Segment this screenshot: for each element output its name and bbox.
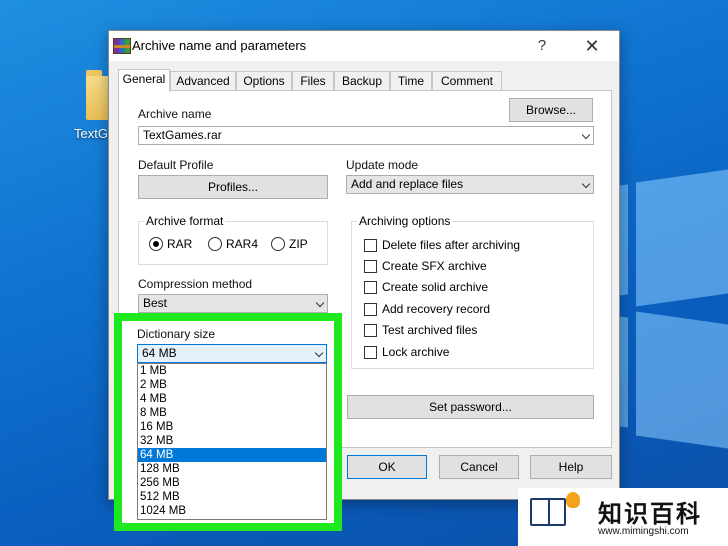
archiving-options-group: Archiving options Delete files after arc… <box>351 214 594 369</box>
dialog-title: Archive name and parameters <box>132 38 307 53</box>
tab-time[interactable]: Time <box>390 71 432 91</box>
dictionary-option[interactable]: 2 MB <box>138 378 326 392</box>
dictionary-size-dropdown-list: 1 MB 2 MB 4 MB 8 MB 16 MB 32 MB 64 MB 128 MB 256… <box>137 363 327 520</box>
dictionary-option[interactable]: 512 MB <box>138 490 326 504</box>
dictionary-option[interactable]: 1 MB <box>138 364 326 378</box>
chevron-down-icon <box>314 348 324 358</box>
compression-method-select[interactable]: Best <box>138 294 328 313</box>
set-password-button[interactable]: Set password... <box>347 395 594 419</box>
tab-general[interactable]: General <box>118 69 170 92</box>
radio-dot <box>149 237 163 251</box>
dictionary-option[interactable]: 128 MB <box>138 462 326 476</box>
cancel-button[interactable]: Cancel <box>439 455 519 479</box>
dictionary-option[interactable]: 4 MB <box>138 392 326 406</box>
close-icon[interactable]: ✕ <box>577 34 607 58</box>
winrar-app-icon <box>113 38 131 54</box>
watermark-title: 知识百科 <box>598 501 702 528</box>
dictionary-option[interactable]: 1024 MB <box>138 504 326 518</box>
dictionary-option[interactable]: 8 MB <box>138 406 326 420</box>
dictionary-size-label: Dictionary size <box>137 327 216 341</box>
compression-method-label: Compression method <box>138 277 253 291</box>
archiving-options-title: Archiving options <box>357 214 453 228</box>
book-icon <box>530 498 566 526</box>
radio-dot <box>271 237 285 251</box>
watermark-logo: 知识百科 www.mimingshi.com <box>518 488 728 546</box>
dictionary-option[interactable]: 32 MB <box>138 434 326 448</box>
radio-rar4-label: RAR4 <box>226 237 259 251</box>
title-bar: Archive name and parameters ? ✕ <box>109 31 619 61</box>
tab-advanced[interactable]: Advanced <box>170 71 236 91</box>
chevron-down-icon <box>315 298 325 308</box>
archive-name-label: Archive name <box>138 107 212 121</box>
archive-name-value: TextGames.rar <box>143 128 222 142</box>
profiles-button[interactable]: Profiles... <box>138 175 328 199</box>
browse-button[interactable]: Browse... <box>509 98 593 122</box>
update-mode-value: Add and replace files <box>351 177 464 191</box>
help-icon[interactable]: ? <box>527 34 557 58</box>
tab-backup[interactable]: Backup <box>334 71 390 91</box>
dictionary-option[interactable]: 16 MB <box>138 420 326 434</box>
ok-button[interactable]: OK <box>347 455 427 479</box>
dictionary-option[interactable]: 256 MB <box>138 476 326 490</box>
radio-rar-label: RAR <box>167 237 193 251</box>
update-mode-select[interactable]: Add and replace files <box>346 175 594 194</box>
archive-format-group: Archive format RAR RAR4 ZIP <box>138 214 328 265</box>
archive-name-combo[interactable]: TextGames.rar <box>138 126 594 145</box>
dictionary-size-value: 64 MB <box>142 346 177 360</box>
desktop-folder-label: TextG <box>74 126 108 141</box>
archive-format-title: Archive format <box>144 214 226 228</box>
dictionary-size-select[interactable]: 64 MB <box>137 344 327 363</box>
radio-dot <box>208 237 222 251</box>
watermark-url: www.mimingshi.com <box>598 526 689 537</box>
tab-comment[interactable]: Comment <box>432 71 502 91</box>
update-mode-label: Update mode <box>346 158 419 172</box>
default-profile-label: Default Profile <box>138 158 214 172</box>
chevron-down-icon <box>581 130 591 140</box>
compression-method-value: Best <box>143 296 168 310</box>
chevron-down-icon <box>581 179 591 189</box>
tab-files[interactable]: Files <box>292 71 334 91</box>
radio-zip-label: ZIP <box>289 237 308 251</box>
help-button[interactable]: Help <box>530 455 612 479</box>
tab-options[interactable]: Options <box>236 71 292 91</box>
lightbulb-icon <box>566 492 580 508</box>
dictionary-option[interactable]: 64 MB <box>138 448 326 462</box>
